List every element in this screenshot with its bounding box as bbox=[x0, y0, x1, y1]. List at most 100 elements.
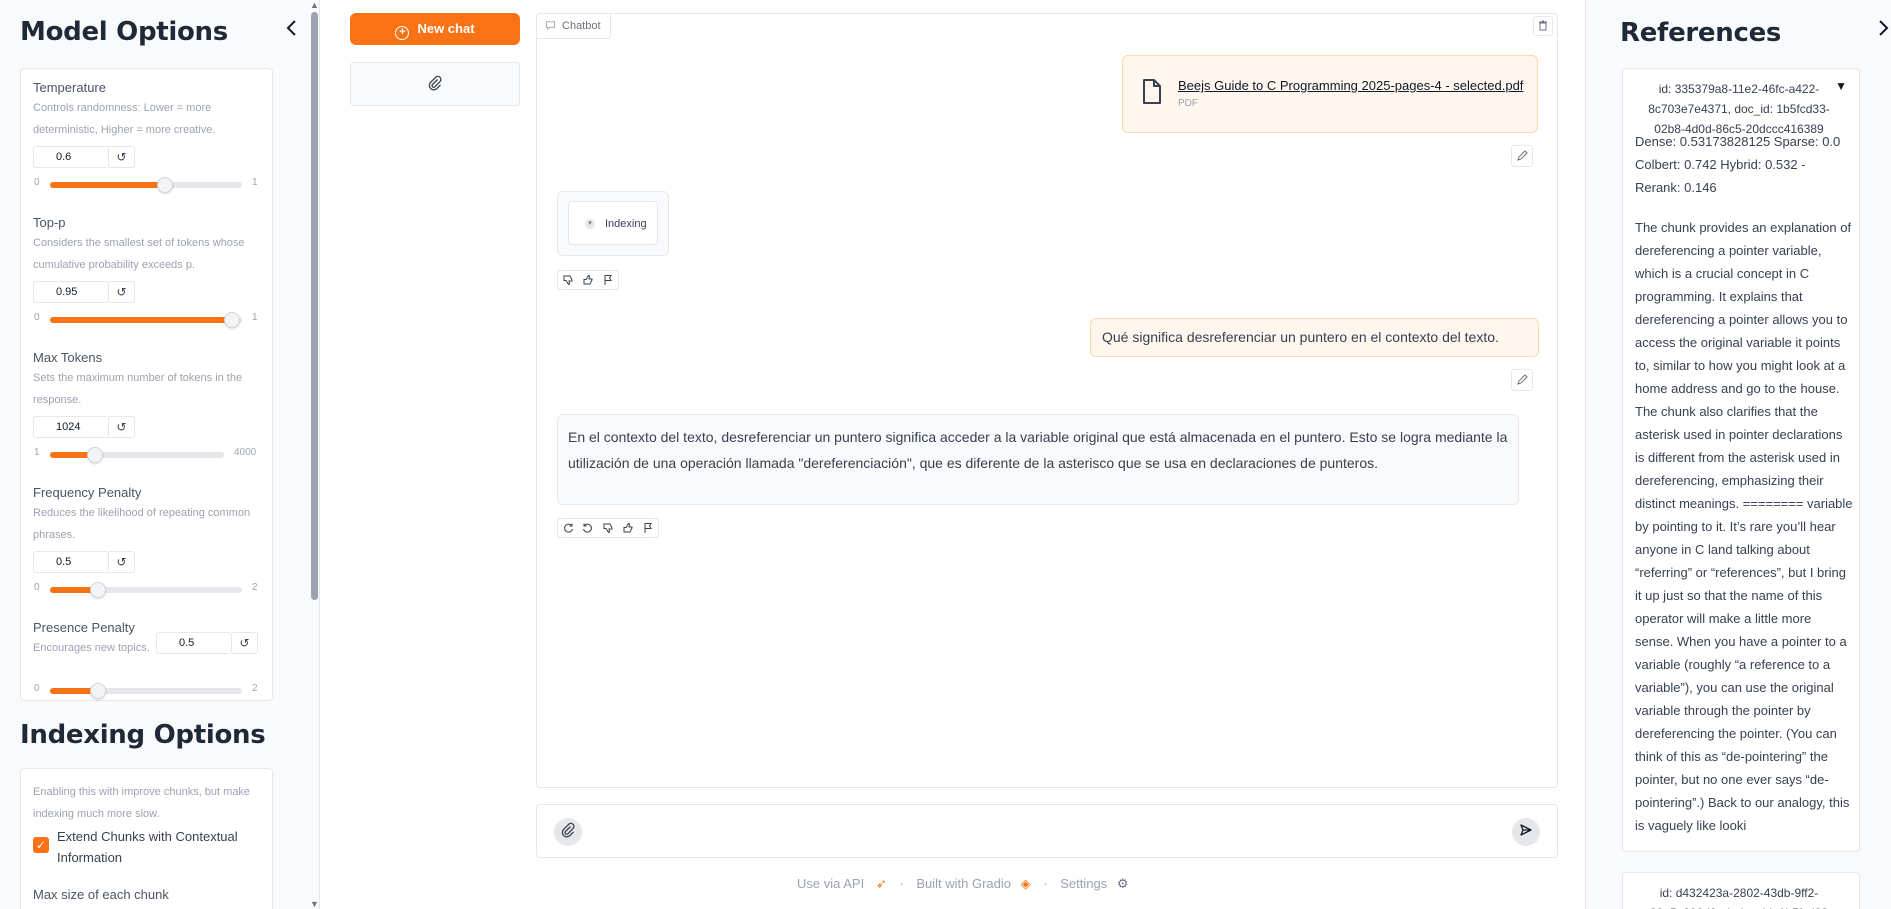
presence-penalty-reset-button[interactable]: ↺ bbox=[232, 632, 258, 654]
chatbot-label: Chatbot bbox=[537, 14, 611, 39]
settings-link[interactable]: Settings bbox=[1060, 876, 1107, 891]
slider-thumb[interactable] bbox=[157, 177, 174, 193]
top-p-reset-button[interactable]: ↺ bbox=[109, 281, 135, 303]
indexing-label: Indexing bbox=[605, 218, 647, 230]
thumbs-down-icon[interactable] bbox=[598, 519, 618, 537]
reference-card: id: d432423a-2802-43db-9ff2-39e5a390d9ad… bbox=[1622, 872, 1860, 909]
scroll-up-icon[interactable]: ▲ bbox=[310, 0, 319, 10]
frequency-penalty-label: Frequency Penalty bbox=[33, 485, 142, 500]
thumbs-down-icon[interactable] bbox=[558, 271, 578, 289]
top-p-control: Top-p Considers the smallest set of toke… bbox=[33, 215, 261, 276]
chevron-right-icon[interactable] bbox=[1877, 18, 1891, 41]
chevron-down-icon: ▾ bbox=[585, 219, 595, 229]
upload-panel[interactable] bbox=[350, 62, 520, 106]
reference-scores: Dense: 0.53173828125 Sparse: 0.0 Colbert… bbox=[1635, 134, 1841, 195]
bot-message-actions bbox=[557, 518, 659, 538]
edit-file-message-button[interactable] bbox=[1511, 145, 1533, 167]
presence-penalty-slider[interactable] bbox=[50, 683, 242, 699]
max-tokens-input[interactable]: 1024 bbox=[33, 416, 109, 438]
reference-header[interactable]: id: d432423a-2802-43db-9ff2-39e5a390d9ad… bbox=[1639, 883, 1839, 909]
max-tokens-label: Max Tokens bbox=[33, 350, 103, 365]
slider-thumb[interactable] bbox=[90, 683, 106, 699]
temperature-max: 1 bbox=[252, 177, 258, 188]
left-scrollbar[interactable]: ▲ ▼ bbox=[308, 0, 319, 909]
max-tokens-description: Sets the maximum number of tokens in the… bbox=[33, 372, 243, 406]
new-chat-label: New chat bbox=[417, 21, 475, 36]
max-tokens-max: 4000 bbox=[234, 447, 257, 458]
chat-bubble-icon bbox=[545, 16, 556, 40]
max-tokens-slider[interactable] bbox=[50, 447, 224, 463]
model-options-title: Model Options bbox=[20, 17, 228, 47]
paperclip-icon bbox=[427, 75, 443, 96]
scrollbar-thumb[interactable] bbox=[311, 12, 318, 600]
indexing-message: ▾ Indexing bbox=[557, 191, 669, 256]
frequency-penalty-max: 2 bbox=[252, 582, 258, 593]
max-tokens-min: 1 bbox=[34, 447, 40, 458]
temperature-min: 0 bbox=[34, 177, 40, 188]
top-p-slider[interactable] bbox=[50, 312, 242, 328]
top-p-max: 1 bbox=[252, 312, 258, 323]
reference-body: The chunk provides an explanation of der… bbox=[1635, 220, 1853, 833]
indexing-accordion[interactable]: ▾ Indexing bbox=[568, 201, 658, 245]
top-p-input[interactable]: 0.95 bbox=[33, 281, 109, 303]
collapse-triangle-icon[interactable]: ▼ bbox=[1835, 79, 1847, 93]
built-with-gradio-link[interactable]: Built with Gradio bbox=[916, 876, 1011, 891]
chevron-left-icon[interactable] bbox=[282, 18, 302, 38]
presence-penalty-label: Presence Penalty bbox=[33, 620, 135, 635]
use-via-api-link[interactable]: Use via API bbox=[797, 876, 864, 891]
user-message: Qué significa desreferenciar un puntero … bbox=[1090, 318, 1539, 357]
scroll-down-icon[interactable]: ▼ bbox=[310, 899, 319, 909]
footer: Use via API ➶ · Built with Gradio ◈ · Se… bbox=[797, 876, 1128, 892]
temperature-slider[interactable] bbox=[50, 177, 242, 193]
retry-icon[interactable] bbox=[558, 519, 578, 537]
edit-user-message-button[interactable] bbox=[1511, 369, 1533, 391]
file-message: Beejs Guide to C Programming 2025-pages-… bbox=[1122, 55, 1538, 133]
slider-thumb[interactable] bbox=[224, 312, 241, 328]
frequency-penalty-slider[interactable] bbox=[50, 582, 242, 598]
max-tokens-control: Max Tokens Sets the maximum number of to… bbox=[33, 350, 261, 411]
file-link[interactable]: Beejs Guide to C Programming 2025-pages-… bbox=[1178, 78, 1523, 93]
send-icon bbox=[1519, 823, 1533, 842]
send-button[interactable] bbox=[1512, 818, 1540, 846]
extend-chunks-checkbox[interactable]: ✓ bbox=[33, 837, 49, 853]
extend-chunks-label: Extend Chunks with Contextual Informatio… bbox=[57, 829, 238, 865]
attach-file-button[interactable] bbox=[554, 818, 582, 846]
presence-penalty-control: Presence Penalty Encourages new topics. bbox=[33, 620, 153, 659]
footer-separator: · bbox=[899, 876, 904, 891]
top-p-description: Considers the smallest set of tokens who… bbox=[33, 237, 245, 271]
thumbs-up-icon[interactable] bbox=[618, 519, 638, 537]
frequency-penalty-reset-button[interactable]: ↺ bbox=[109, 551, 135, 573]
slider-fill bbox=[50, 317, 233, 323]
gradio-logo-icon: ◈ bbox=[1020, 876, 1031, 891]
indexing-description: Enabling this with improve chunks, but m… bbox=[33, 786, 251, 820]
new-chat-button[interactable]: + New chat bbox=[350, 13, 520, 45]
slider-fill bbox=[50, 182, 166, 188]
temperature-label: Temperature bbox=[33, 80, 106, 95]
references-title: References bbox=[1620, 18, 1782, 48]
flag-icon[interactable] bbox=[598, 271, 618, 289]
chunk-size-label: Max size of each chunk bbox=[33, 887, 169, 902]
thumbs-up-icon[interactable] bbox=[578, 271, 598, 289]
message-input-bar[interactable] bbox=[536, 804, 1558, 858]
chatbot-panel: Chatbot Beejs Guide to C Programming 202… bbox=[536, 13, 1558, 788]
clear-chat-button[interactable] bbox=[1533, 16, 1553, 36]
frequency-penalty-input[interactable]: 0.5 bbox=[33, 551, 109, 573]
presence-penalty-input[interactable]: 0.5 bbox=[156, 632, 232, 654]
left-sidebar: Model Options Temperature Controls rando… bbox=[0, 0, 320, 909]
temperature-control: Temperature Controls randomness: Lower =… bbox=[33, 80, 261, 141]
frequency-penalty-min: 0 bbox=[34, 582, 40, 593]
slider-thumb[interactable] bbox=[90, 582, 106, 598]
message-actions bbox=[557, 270, 619, 290]
rocket-icon: ➶ bbox=[875, 876, 887, 891]
paperclip-icon bbox=[560, 822, 576, 843]
temperature-input[interactable]: 0.6 bbox=[33, 146, 109, 168]
gear-icon: ⚙ bbox=[1116, 876, 1129, 891]
slider-thumb[interactable] bbox=[86, 447, 103, 463]
max-tokens-reset-button[interactable]: ↺ bbox=[109, 416, 135, 438]
undo-icon[interactable] bbox=[578, 519, 598, 537]
indexing-options-title: Indexing Options bbox=[20, 720, 266, 750]
bot-message: En el contexto del texto, desreferenciar… bbox=[557, 414, 1519, 505]
flag-icon[interactable] bbox=[638, 519, 658, 537]
presence-penalty-description: Encourages new topics. bbox=[33, 642, 150, 654]
temperature-reset-button[interactable]: ↺ bbox=[109, 146, 135, 168]
